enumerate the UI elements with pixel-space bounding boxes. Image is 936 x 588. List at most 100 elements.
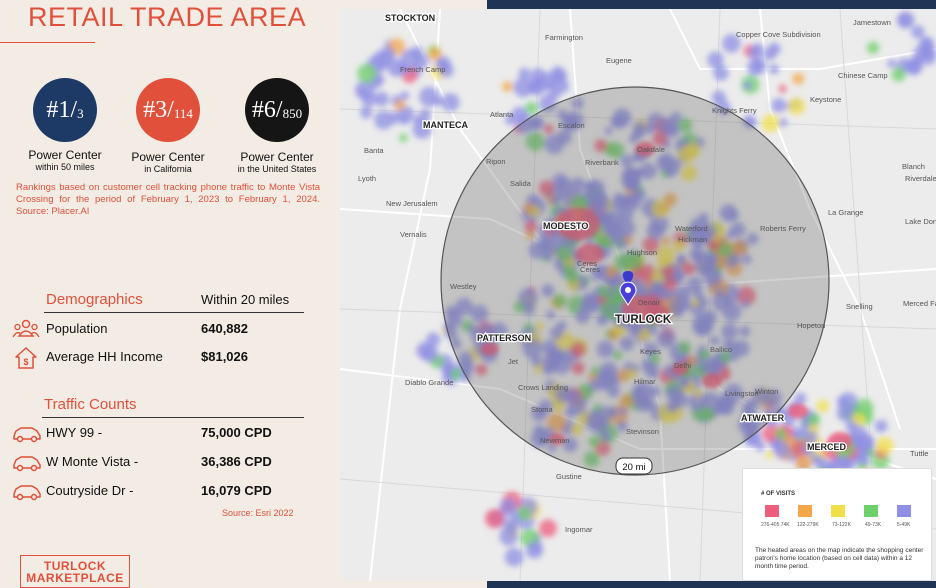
heat-core bbox=[788, 403, 808, 419]
heat-point bbox=[525, 541, 544, 559]
heat-point bbox=[432, 96, 442, 107]
place-label: Keystone bbox=[810, 95, 841, 104]
house-dollar-icon: $ bbox=[12, 346, 40, 369]
heat-point bbox=[361, 92, 377, 107]
place-label: Eugene bbox=[606, 56, 632, 65]
place-label: Riverbank bbox=[585, 158, 619, 167]
heat-point bbox=[816, 399, 829, 413]
place-label: Farmington bbox=[545, 33, 583, 42]
place-label: Hopeton bbox=[797, 321, 825, 330]
legend-swatch bbox=[798, 505, 812, 517]
legend-swatch bbox=[864, 505, 878, 517]
place-label: Banta bbox=[364, 146, 384, 155]
heat-point bbox=[538, 519, 557, 538]
traffic-value: 16,079 CPD bbox=[201, 483, 272, 498]
heat-point bbox=[509, 510, 520, 522]
place-label: Chinese Camp bbox=[838, 71, 888, 80]
traffic-label: W Monte Vista - bbox=[46, 454, 139, 469]
city-label: MANTECA bbox=[423, 120, 468, 130]
place-label: Ballico bbox=[710, 345, 732, 354]
place-label: Vernalis bbox=[400, 230, 427, 239]
place-label: Stevinson bbox=[626, 427, 659, 436]
traffic-row-hwy99: HWY 99 - 75,000 CPD bbox=[12, 422, 312, 444]
heat-point bbox=[504, 547, 524, 567]
rank-total: 850 bbox=[282, 106, 303, 121]
page-title: RETAIL TRADE AREA bbox=[28, 2, 307, 32]
heat-point bbox=[773, 442, 791, 459]
heat-point bbox=[713, 65, 729, 81]
place-label: Oakdale bbox=[637, 145, 665, 154]
legend-swatch bbox=[831, 505, 845, 517]
place-label: Ceres bbox=[580, 265, 600, 274]
heat-point bbox=[769, 64, 780, 75]
place-label: Gustine bbox=[556, 472, 582, 481]
place-label: Ripon bbox=[486, 157, 506, 166]
place-label: Riverdale bbox=[905, 174, 936, 183]
legend-label: 5-49K bbox=[897, 522, 911, 528]
demographics-column-header: Within 20 miles bbox=[201, 292, 290, 307]
heat-point bbox=[897, 11, 915, 29]
heat-point bbox=[866, 41, 880, 54]
place-label: Crows Landing bbox=[518, 383, 568, 392]
car-icon bbox=[12, 451, 41, 473]
heat-point bbox=[778, 118, 788, 127]
place-label: Ingomar bbox=[565, 525, 593, 534]
place-label: Diablo Grande bbox=[405, 378, 453, 387]
place-label: Jamestown bbox=[853, 18, 891, 27]
place-label: Delhi bbox=[674, 361, 691, 370]
heat-point bbox=[550, 66, 566, 82]
place-label: Jet bbox=[508, 357, 519, 366]
heat-point bbox=[398, 106, 415, 122]
place-label: Hilmar bbox=[634, 377, 656, 386]
traffic-rule bbox=[42, 417, 304, 418]
heat-point bbox=[503, 519, 519, 534]
ranking-badge: #6/850 bbox=[245, 78, 309, 142]
heat-point bbox=[874, 419, 888, 433]
heat-point bbox=[410, 46, 424, 60]
heat-point bbox=[752, 43, 764, 55]
city-label: PATTERSON bbox=[477, 333, 531, 343]
city-label: ATWATER bbox=[741, 413, 785, 423]
heat-point bbox=[891, 67, 906, 82]
place-label: Keyes bbox=[640, 347, 661, 356]
traffic-label: Coutryside Dr - bbox=[46, 483, 134, 498]
heat-point bbox=[792, 72, 805, 85]
heat-point bbox=[911, 25, 925, 39]
heat-point bbox=[875, 436, 894, 455]
rank-number: #6/ bbox=[251, 96, 283, 123]
map-legend: # OF VISITS 276-405.74K 122-279K 73-122K… bbox=[742, 468, 932, 581]
place-label: French Camp bbox=[400, 65, 445, 74]
heat-point bbox=[887, 59, 896, 68]
place-label: Stoma bbox=[531, 405, 554, 414]
place-label: Winton bbox=[755, 387, 778, 396]
place-label: Newman bbox=[540, 436, 570, 445]
place-label: Merced Falls bbox=[903, 299, 936, 308]
heat-point bbox=[428, 47, 442, 61]
ranking-badge: #3/114 bbox=[136, 78, 200, 142]
heat-point bbox=[420, 344, 439, 363]
heat-point bbox=[775, 428, 787, 440]
place-label: Snelling bbox=[846, 302, 873, 311]
population-value: 640,882 bbox=[201, 321, 248, 336]
traffic-heading: Traffic Counts bbox=[44, 396, 137, 413]
place-label: Hughson bbox=[627, 248, 657, 257]
heat-point bbox=[788, 97, 805, 115]
place-label: Waterford bbox=[675, 224, 708, 233]
legend-swatch bbox=[765, 505, 779, 517]
place-label: Knights Ferry bbox=[712, 106, 757, 115]
city-label: TURLOCK bbox=[615, 314, 672, 326]
place-label: New Jerusalem bbox=[386, 199, 438, 208]
heat-point bbox=[771, 98, 787, 113]
demographics-row-income: $ Average HH Income $81,026 bbox=[12, 346, 312, 369]
logo-line-2: MARKETPLACE bbox=[26, 571, 124, 585]
place-label: Tuttle bbox=[910, 449, 928, 458]
svg-text:20 mi: 20 mi bbox=[622, 462, 645, 473]
rank-total: 3 bbox=[77, 106, 84, 121]
heat-point bbox=[836, 404, 854, 422]
place-label: Atlanta bbox=[490, 110, 514, 119]
rankings-source: Rankings based on customer cell tracking… bbox=[16, 182, 320, 217]
turlock-marketplace-logo: TURLOCK MARKETPLACE bbox=[20, 555, 130, 588]
legend-swatch bbox=[897, 505, 911, 517]
heat-point bbox=[399, 133, 408, 143]
place-label: Escalon bbox=[558, 121, 585, 130]
